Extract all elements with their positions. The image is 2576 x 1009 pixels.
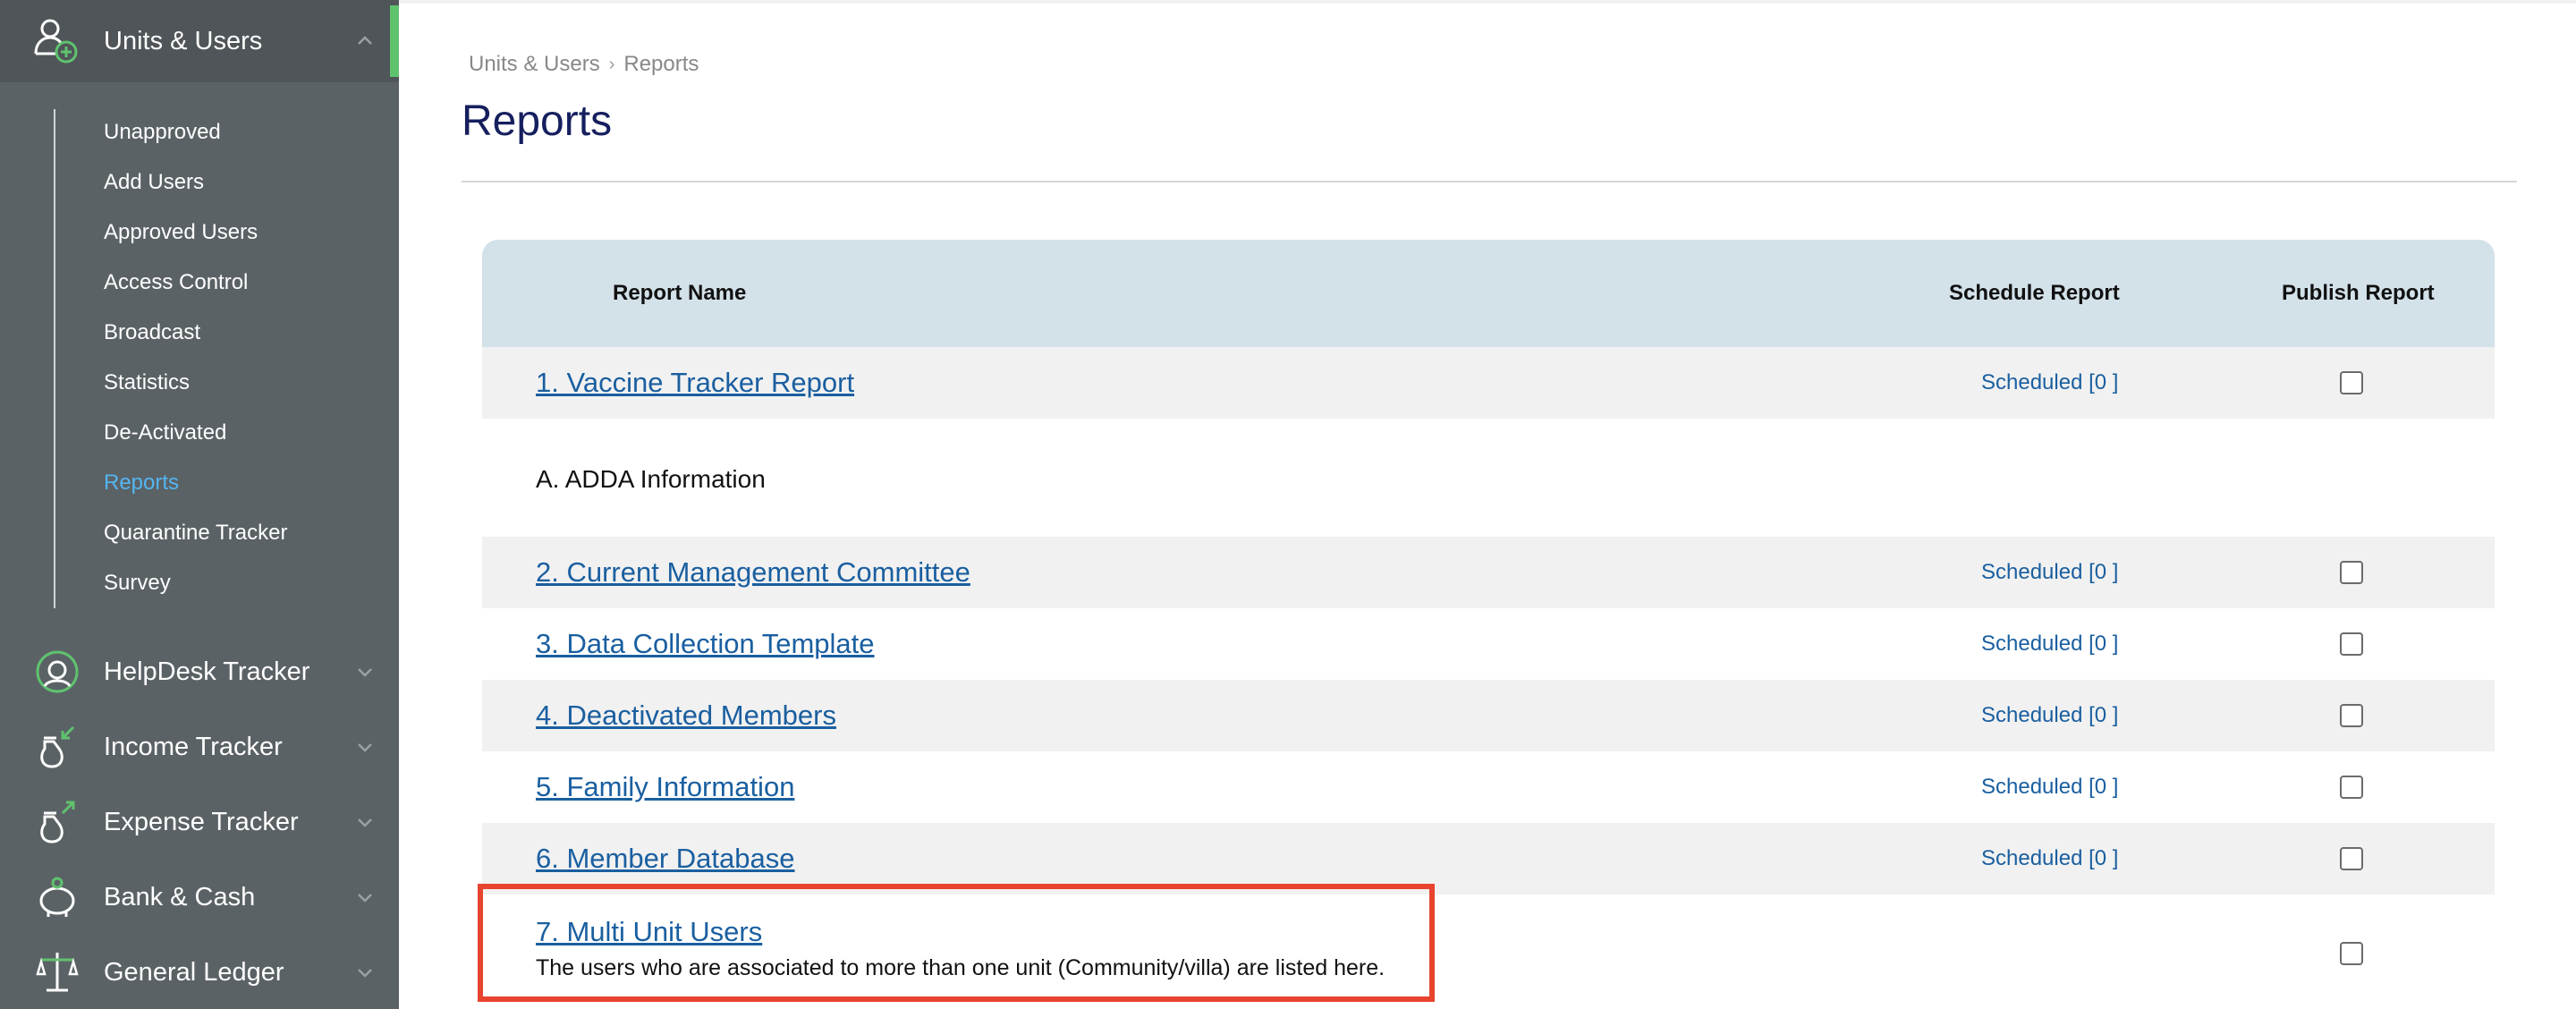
table-row: 3. Data Collection Template Scheduled [0… [482, 608, 2495, 680]
sidebar: Units & Users Unapproved Add Users Appro… [0, 0, 399, 1009]
sidebar-section-bank-cash[interactable]: Bank & Cash [0, 859, 399, 936]
chevron-down-icon[interactable] [354, 962, 376, 983]
chevron-down-icon[interactable] [354, 811, 376, 833]
table-group-row: A. ADDA Information [482, 419, 2495, 537]
sidebar-item-quarantine-tracker[interactable]: Quarantine Tracker [104, 521, 287, 546]
breadcrumb-parent[interactable]: Units & Users [469, 52, 600, 77]
sidebar-item-add-users[interactable]: Add Users [104, 170, 204, 195]
schedule-link[interactable]: Scheduled [0 ] [1981, 703, 2118, 728]
submenu-line [54, 109, 55, 608]
table-row: 4. Deactivated Members Scheduled [0 ] [482, 680, 2495, 751]
money-bag-in-icon [40, 725, 75, 768]
sidebar-section-income[interactable]: Income Tracker [0, 708, 399, 785]
table-row: 5. Family Information Scheduled [0 ] [482, 751, 2495, 823]
report-link[interactable]: 4. Deactivated Members [536, 700, 836, 732]
main-content: Units & Users › Reports Reports Report N… [399, 0, 2576, 1009]
sidebar-section-label: Income Tracker [104, 732, 283, 761]
sidebar-section-label: Units & Users [104, 26, 263, 55]
sidebar-item-statistics[interactable]: Statistics [104, 370, 190, 395]
publish-checkbox[interactable] [2340, 704, 2363, 727]
sidebar-section-label: General Ledger [104, 957, 284, 987]
highlight-box [478, 884, 1435, 1002]
chevron-down-icon[interactable] [354, 661, 376, 683]
scales-icon [36, 953, 79, 992]
schedule-link[interactable]: Scheduled [0 ] [1981, 775, 2118, 800]
sidebar-item-de-activated[interactable]: De-Activated [104, 420, 226, 445]
publish-checkbox[interactable] [2340, 632, 2363, 656]
sidebar-item-broadcast[interactable]: Broadcast [104, 320, 200, 345]
sidebar-section-expense[interactable]: Expense Tracker [0, 784, 399, 861]
chevron-down-icon[interactable] [354, 736, 376, 758]
headset-icon [36, 650, 79, 693]
user-add-icon [34, 19, 78, 64]
report-link[interactable]: 6. Member Database [536, 843, 794, 875]
table-row: 2. Current Management Committee Schedule… [482, 537, 2495, 608]
table-header: Report Name Schedule Report Publish Repo… [482, 240, 2495, 347]
breadcrumb-current: Reports [623, 52, 699, 76]
sidebar-section-general-ledger[interactable]: General Ledger [0, 934, 399, 1009]
publish-checkbox[interactable] [2340, 776, 2363, 799]
publish-checkbox[interactable] [2340, 371, 2363, 394]
sidebar-item-access-control[interactable]: Access Control [104, 270, 248, 295]
sidebar-item-reports[interactable]: Reports [104, 471, 179, 496]
schedule-link[interactable]: Scheduled [0 ] [1981, 632, 2118, 657]
column-header-schedule-report: Schedule Report [1949, 281, 2120, 305]
sidebar-section-label: Expense Tracker [104, 807, 299, 836]
schedule-link[interactable]: Scheduled [0 ] [1981, 370, 2118, 395]
sidebar-item-approved-users[interactable]: Approved Users [104, 220, 258, 245]
piggy-bank-icon [39, 877, 75, 917]
title-divider [462, 181, 2517, 182]
group-label: A. ADDA Information [536, 465, 766, 493]
chevron-down-icon[interactable] [354, 886, 376, 908]
report-link[interactable]: 2. Current Management Committee [536, 556, 970, 589]
report-link[interactable]: 3. Data Collection Template [536, 628, 875, 660]
sidebar-section-units-users[interactable]: Units & Users [0, 0, 399, 82]
report-link[interactable]: 1. Vaccine Tracker Report [536, 367, 854, 399]
chevron-right-icon: › [608, 54, 615, 74]
schedule-link[interactable]: Scheduled [0 ] [1981, 560, 2118, 585]
column-header-report-name: Report Name [613, 281, 747, 305]
sidebar-item-unapproved[interactable]: Unapproved [104, 120, 221, 145]
sidebar-section-label: HelpDesk Tracker [104, 657, 310, 686]
sidebar-item-survey[interactable]: Survey [104, 571, 171, 596]
publish-checkbox[interactable] [2340, 561, 2363, 584]
report-link[interactable]: 5. Family Information [536, 771, 794, 803]
column-header-publish-report: Publish Report [2282, 281, 2435, 305]
table-row: 1. Vaccine Tracker Report Scheduled [0 ] [482, 347, 2495, 419]
sidebar-section-label: Bank & Cash [104, 882, 256, 911]
chevron-up-icon[interactable] [354, 30, 376, 52]
publish-checkbox[interactable] [2340, 847, 2363, 870]
schedule-link[interactable]: Scheduled [0 ] [1981, 846, 2118, 871]
sidebar-section-helpdesk[interactable]: HelpDesk Tracker [0, 633, 399, 710]
publish-checkbox[interactable] [2340, 942, 2363, 965]
top-shadow [399, 0, 2576, 4]
page-title: Reports [462, 98, 613, 145]
money-bag-out-icon [40, 801, 75, 844]
breadcrumb: Units & Users › Reports [469, 52, 699, 77]
